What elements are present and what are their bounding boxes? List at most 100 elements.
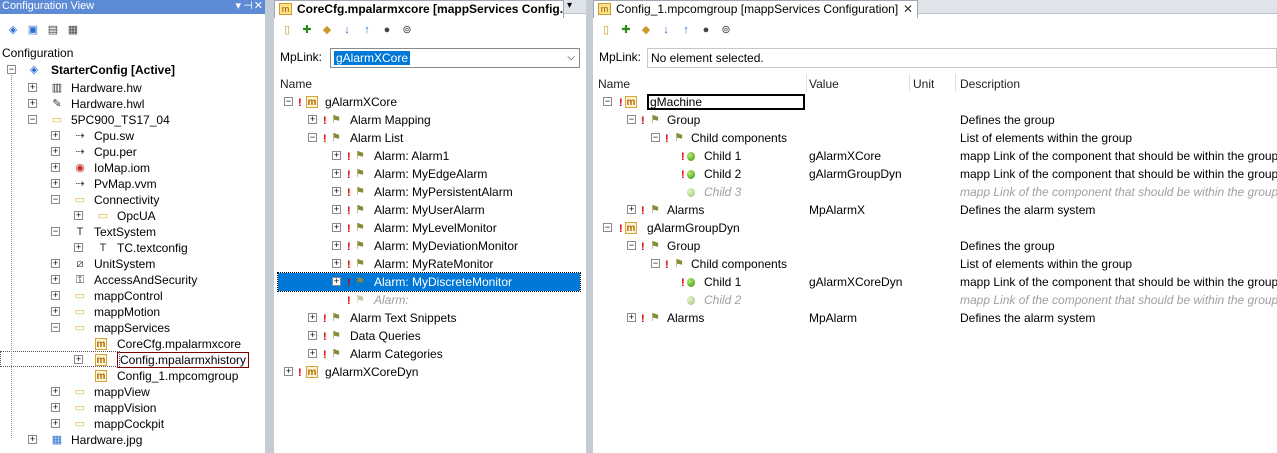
expand-icon[interactable]: + <box>627 205 636 214</box>
config-tree-item[interactable]: + ▦ Hardware.jpg <box>0 431 265 449</box>
expand-icon[interactable]: + <box>51 403 60 412</box>
add-element-icon[interactable]: ✚ <box>619 23 633 37</box>
alarm-tree-row[interactable]: +! ⚑ Alarm Text Snippets <box>278 309 580 327</box>
tab-list-dropdown-icon[interactable]: ▾ <box>567 0 572 11</box>
comgroup-row[interactable]: −! ⚑ Group Defines the group <box>593 237 1277 255</box>
collapse-icon[interactable]: − <box>284 97 293 106</box>
expand-icon[interactable]: + <box>332 187 341 196</box>
mplink-field[interactable]: No element selected. <box>647 48 1277 68</box>
expand-icon[interactable]: + <box>308 115 317 124</box>
comgroup-row[interactable]: +! ⚑ Alarms MpAlarmX Defines the alarm syste… <box>593 201 1277 219</box>
link-icon[interactable]: ⊚ <box>719 23 733 37</box>
alarm-tree-row[interactable]: +! ⚑ Alarm: Alarm1 <box>278 147 580 165</box>
comgroup-row[interactable]: −! m gMachine <box>593 93 1277 111</box>
alarm-tree-row[interactable]: +! ⚑ Alarm Mapping <box>278 111 580 129</box>
expand-icon[interactable]: + <box>308 349 317 358</box>
expand-icon[interactable]: + <box>51 163 60 172</box>
expand-icon[interactable]: + <box>332 241 341 250</box>
column-header-value[interactable]: Value <box>809 75 839 93</box>
collapse-icon[interactable]: − <box>627 115 636 124</box>
expand-icon[interactable]: + <box>51 419 60 428</box>
comgroup-row[interactable]: −! ⚑ Child components List of elements with… <box>593 255 1277 273</box>
sort-descending-icon[interactable]: ↓ <box>340 23 354 37</box>
alarm-tree-row[interactable]: +! ⚑ Alarm: MyLevelMonitor <box>278 219 580 237</box>
expand-icon[interactable]: + <box>74 211 83 220</box>
comgroup-value[interactable]: gAlarmXCoreDyn <box>809 273 902 291</box>
comgroup-value[interactable]: MpAlarmX <box>809 201 865 219</box>
expand-icon[interactable]: + <box>51 387 60 396</box>
column-header-name[interactable]: Name <box>598 75 630 93</box>
close-icon[interactable]: ✕ <box>254 0 263 13</box>
comgroup-row[interactable]: −! ⚑ Child components List of elements with… <box>593 129 1277 147</box>
tab-config-1[interactable]: m Config_1.mpcomgroup [mappServices Conf… <box>593 0 918 18</box>
collapse-icon[interactable]: − <box>603 223 612 232</box>
expand-icon[interactable]: + <box>284 367 293 376</box>
collapse-icon[interactable]: − <box>651 259 660 268</box>
config-node-starterconfig[interactable]: − ◈ StarterConfig [Active] <box>0 61 265 79</box>
collapse-icon[interactable]: − <box>51 227 60 236</box>
expand-icon[interactable]: + <box>51 259 60 268</box>
alarm-tree-row[interactable]: +! ⚑ Alarm: MyDiscreteMonitor <box>277 272 581 292</box>
expand-icon[interactable]: + <box>627 313 636 322</box>
physical-view-icon[interactable]: ▣ <box>26 23 40 37</box>
column-divider[interactable] <box>909 74 910 92</box>
move-icon[interactable]: ◆ <box>639 23 653 37</box>
column-header-unit[interactable]: Unit <box>913 75 934 93</box>
collapse-icon[interactable]: − <box>51 323 60 332</box>
collapse-icon[interactable]: − <box>51 195 60 204</box>
close-tab-icon[interactable]: ✕ <box>903 2 913 16</box>
pane-splitter-1[interactable] <box>265 0 274 453</box>
pane-splitter-2[interactable] <box>586 0 593 453</box>
expand-icon[interactable]: + <box>51 275 60 284</box>
expand-icon[interactable]: + <box>28 99 37 108</box>
comgroup-row[interactable]: ! Child 1 gAlarmXCoreDyn mapp Link of the c… <box>593 273 1277 291</box>
collapse-icon[interactable]: − <box>28 115 37 124</box>
alarm-tree-row[interactable]: −! ⚑ Alarm List <box>278 129 580 147</box>
comgroup-value[interactable]: MpAlarm <box>809 309 857 327</box>
expand-icon[interactable]: + <box>51 131 60 140</box>
grid-icon[interactable]: ▦ <box>66 23 80 37</box>
sort-ascending-icon[interactable]: ↑ <box>679 23 693 37</box>
link-icon[interactable]: ⊚ <box>400 23 414 37</box>
expand-icon[interactable]: + <box>51 307 60 316</box>
comgroup-row[interactable]: ! Child 2 gAlarmGroupDyn mapp Link of the c… <box>593 165 1277 183</box>
comgroup-row[interactable]: +! ⚑ Alarms MpAlarm Defines the alarm system <box>593 309 1277 327</box>
alarm-tree-row[interactable]: +! ⚑ Alarm Categories <box>278 345 580 363</box>
comgroup-row[interactable]: −! m gAlarmGroupDyn <box>593 219 1277 237</box>
expand-icon[interactable]: + <box>332 259 341 268</box>
move-icon[interactable]: ◆ <box>320 23 334 37</box>
sort-ascending-icon[interactable]: ↑ <box>360 23 374 37</box>
expand-icon[interactable]: + <box>332 205 341 214</box>
alarm-tree-row[interactable]: +! ⚑ Alarm: MyRateMonitor <box>278 255 580 273</box>
comgroup-row[interactable]: −! ⚑ Group Defines the group <box>593 111 1277 129</box>
new-file-icon[interactable]: ▯ <box>280 23 294 37</box>
alarm-tree-row[interactable]: +! ⚑ Data Queries <box>278 327 580 345</box>
expand-icon[interactable]: + <box>332 277 341 286</box>
alarm-tree-row[interactable]: +! ⚑ Alarm: MyEdgeAlarm <box>278 165 580 183</box>
expand-icon[interactable]: + <box>74 243 83 252</box>
comgroup-row[interactable]: Child 2 mapp Link of the component that s… <box>593 291 1277 309</box>
configuration-cube-icon[interactable]: ◈ <box>6 23 20 37</box>
collapse-icon[interactable]: − <box>308 133 317 142</box>
collapse-icon[interactable]: − <box>603 97 612 106</box>
comgroup-value[interactable]: gAlarmXCore <box>809 147 881 165</box>
autohide-pin-icon[interactable]: ⊣ <box>243 0 253 13</box>
expand-icon[interactable]: + <box>28 83 37 92</box>
tab-corecfg[interactable]: m CoreCfg.mpalarmxcore [mappServices Con… <box>274 0 564 18</box>
column-header-description[interactable]: Description <box>960 75 1020 93</box>
alarm-tree-row[interactable]: +! ⚑ Alarm: MyDeviationMonitor <box>278 237 580 255</box>
chevron-down-icon[interactable]: ⌵ <box>567 49 575 67</box>
properties-icon[interactable]: ▤ <box>46 23 60 37</box>
comgroup-value[interactable]: gAlarmGroupDyn <box>809 165 902 183</box>
comgroup-row[interactable]: ! Child 1 gAlarmXCore mapp Link of the comp… <box>593 147 1277 165</box>
record-icon[interactable]: ● <box>380 23 394 37</box>
expand-icon[interactable]: + <box>28 435 37 444</box>
collapse-icon[interactable]: − <box>651 133 660 142</box>
mapp-component-row[interactable]: +! m gAlarmXCoreDyn <box>278 363 580 381</box>
sort-descending-icon[interactable]: ↓ <box>659 23 673 37</box>
mapp-component-row[interactable]: −! m gAlarmXCore <box>278 93 580 111</box>
expand-icon[interactable]: + <box>308 313 317 322</box>
expand-icon[interactable]: + <box>332 151 341 160</box>
collapse-icon[interactable]: − <box>627 241 636 250</box>
record-icon[interactable]: ● <box>699 23 713 37</box>
